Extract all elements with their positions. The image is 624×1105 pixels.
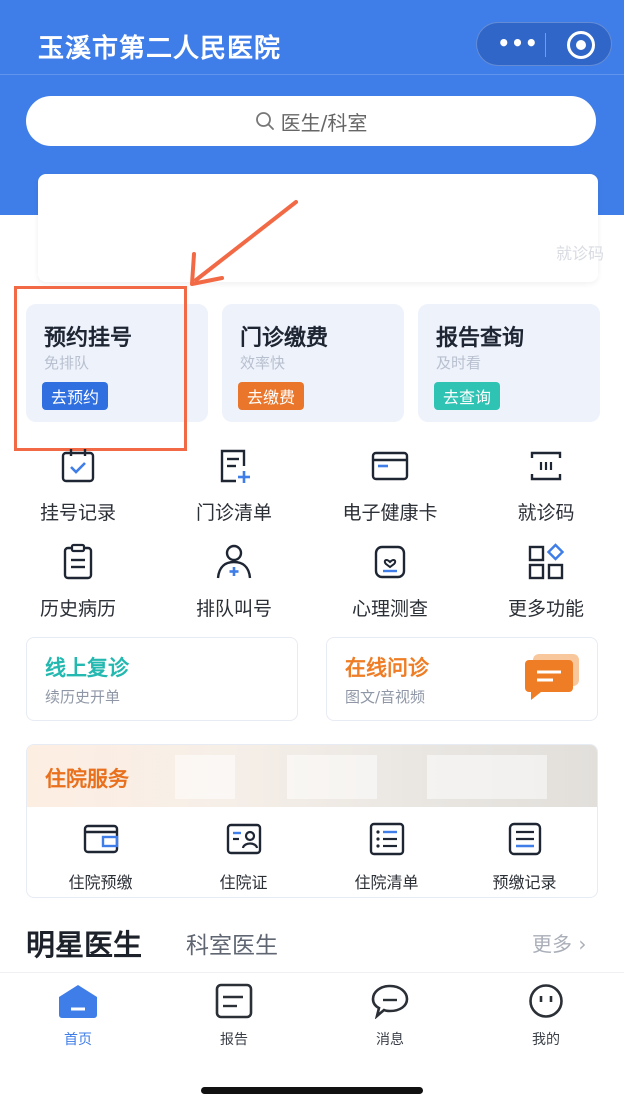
- more-label: 更多: [532, 932, 572, 956]
- grid-visit-code[interactable]: 就诊码: [468, 446, 624, 525]
- home-indicator: [201, 1087, 423, 1094]
- search-icon: [255, 112, 274, 130]
- tab-label: 首页: [64, 1032, 92, 1048]
- annotation-highlight-box: [14, 286, 187, 451]
- report-icon: [215, 983, 253, 1019]
- list-add-icon: [220, 449, 250, 483]
- grid-label: 历史病历: [39, 598, 116, 620]
- payment-button[interactable]: 去缴费: [238, 382, 305, 410]
- online-revisit-card[interactable]: 线上复诊 续历史开单: [26, 637, 298, 721]
- close-miniprogram-icon[interactable]: [567, 31, 595, 59]
- barcode-icon: [530, 451, 562, 481]
- inpatient-title: 住院服务: [45, 767, 129, 791]
- card-icon: [371, 451, 409, 481]
- grid-label: 门诊清单: [195, 502, 272, 524]
- wallet-icon: [83, 824, 118, 854]
- grid-label: 心理测查: [351, 598, 428, 620]
- report-query-title: 报告查询: [436, 326, 525, 351]
- online-revisit-title: 线上复诊: [45, 656, 129, 680]
- payment-title: 门诊缴费: [240, 326, 329, 351]
- bottom-tab-bar: 首页 报告 消息 我的: [0, 972, 624, 1105]
- banner-partial-text: 就诊码: [555, 244, 604, 263]
- clipboard-icon: [63, 543, 93, 580]
- grid-label: 更多功能: [507, 598, 584, 620]
- inpatient-certificate[interactable]: 住院证: [172, 821, 315, 893]
- tab-home[interactable]: 首页: [0, 983, 156, 1049]
- grid-psych-test[interactable]: 心理测查: [312, 542, 468, 621]
- home-icon: [59, 985, 97, 1018]
- header-decoration: [287, 755, 377, 799]
- inpatient-item-label: 住院预缴: [68, 873, 133, 892]
- grid-health-card[interactable]: 电子健康卡: [312, 446, 468, 525]
- calendar-check-icon: [61, 449, 95, 483]
- annotation-arrow-icon: [190, 200, 298, 286]
- person-add-icon: [216, 544, 252, 579]
- header-decoration: [175, 755, 235, 799]
- inpatient-item-label: 预缴记录: [492, 873, 557, 892]
- list-icon: [369, 822, 404, 856]
- grid-label: 排队叫号: [195, 598, 272, 620]
- grid-label: 挂号记录: [39, 502, 116, 524]
- online-revisit-subtitle: 续历史开单: [45, 688, 121, 706]
- online-consult-card[interactable]: 在线问诊 图文/音视频: [326, 637, 598, 721]
- capsule-divider: [545, 33, 546, 57]
- id-card-icon: [226, 823, 261, 855]
- more-menu-button[interactable]: •••: [495, 31, 541, 55]
- grid-outpatient-list[interactable]: 门诊清单: [156, 446, 312, 525]
- tab-dept-doctors[interactable]: 科室医生: [186, 926, 278, 960]
- search-input[interactable]: 医生/科室: [26, 96, 596, 146]
- heart-note-icon: [374, 545, 406, 579]
- report-query-subtitle: 及时看: [436, 354, 482, 372]
- banner-card[interactable]: [38, 174, 598, 282]
- inpatient-services-panel: 住院服务 住院预缴 住院证 住院清单 预缴记录: [26, 744, 598, 898]
- record-icon: [508, 822, 541, 856]
- header-decoration: [427, 755, 547, 799]
- tab-label: 消息: [376, 1032, 404, 1048]
- prepay-record[interactable]: 预缴记录: [453, 821, 596, 893]
- profile-icon: [529, 984, 563, 1018]
- grid-registration-record[interactable]: 挂号记录: [0, 446, 156, 525]
- grid-medical-history[interactable]: 历史病历: [0, 542, 156, 621]
- report-query-card[interactable]: 报告查询 及时看 去查询: [418, 304, 600, 422]
- payment-subtitle: 效率快: [240, 354, 286, 372]
- tab-profile[interactable]: 我的: [468, 983, 624, 1049]
- grid-queue-call[interactable]: 排队叫号: [156, 542, 312, 621]
- report-query-button[interactable]: 去查询: [434, 382, 501, 410]
- grid-more-functions[interactable]: 更多功能: [468, 542, 624, 621]
- tab-messages[interactable]: 消息: [312, 983, 468, 1049]
- miniprogram-capsule[interactable]: •••: [476, 22, 612, 66]
- tab-label: 我的: [532, 1032, 560, 1048]
- grid-label: 电子健康卡: [342, 502, 438, 524]
- inpatient-item-label: 住院清单: [354, 873, 419, 892]
- tab-report[interactable]: 报告: [156, 983, 312, 1049]
- inpatient-item-label: 住院证: [219, 873, 268, 892]
- apps-icon: [528, 543, 565, 580]
- search-placeholder: 医生/科室: [280, 110, 368, 135]
- message-icon: [371, 984, 409, 1020]
- inpatient-list[interactable]: 住院清单: [315, 821, 458, 893]
- more-doctors-link[interactable]: 更多 ›: [532, 928, 586, 957]
- header-divider: [0, 74, 624, 75]
- tab-label: 报告: [220, 1032, 248, 1048]
- payment-card[interactable]: 门诊缴费 效率快 去缴费: [222, 304, 404, 422]
- tab-star-doctors[interactable]: 明星医生: [26, 922, 142, 964]
- online-consult-title: 在线问诊: [345, 656, 429, 680]
- inpatient-prepay[interactable]: 住院预缴: [29, 821, 172, 893]
- chat-bubble-icon: [525, 654, 579, 700]
- chevron-right-icon: ›: [572, 932, 587, 956]
- page-title: 玉溪市第二人民医院: [38, 34, 282, 64]
- grid-label: 就诊码: [517, 502, 575, 524]
- online-consult-subtitle: 图文/音视频: [345, 688, 426, 706]
